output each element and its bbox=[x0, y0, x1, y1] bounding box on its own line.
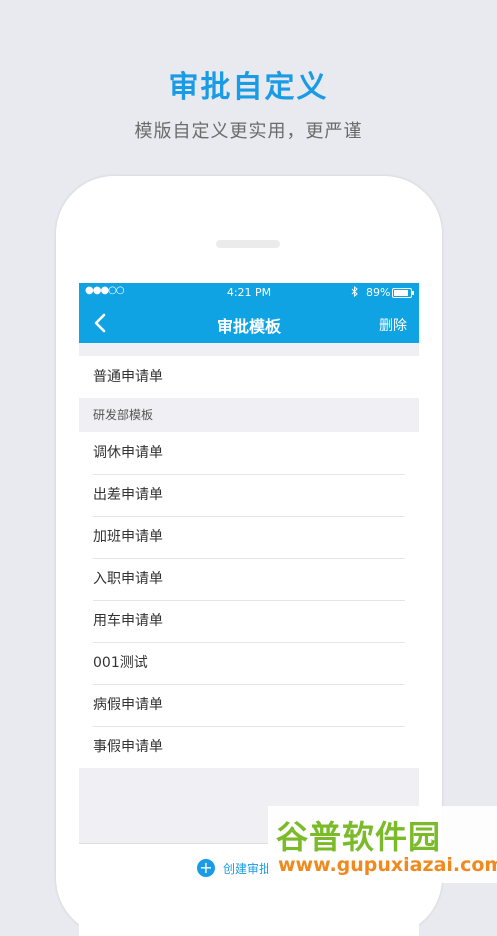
list-item[interactable]: 事假申请单 bbox=[79, 726, 419, 768]
list-item[interactable]: 入职申请单 bbox=[79, 558, 419, 600]
section-group: 调休申请单 出差申请单 加班申请单 入职申请单 用车申请单 001测试 病假申请… bbox=[79, 432, 419, 768]
create-label: 创建审批 bbox=[223, 861, 272, 876]
list-item[interactable]: 出差申请单 bbox=[79, 474, 419, 516]
promo-subtitle: 模版自定义更实用，更严谨 bbox=[134, 121, 363, 142]
page-title: 审批模板 bbox=[216, 317, 281, 336]
promo-title: 审批自定义 bbox=[168, 70, 329, 105]
battery-percent: 89% bbox=[366, 286, 391, 299]
bluetooth-icon bbox=[351, 285, 359, 300]
delete-button[interactable]: 删除 bbox=[379, 315, 407, 335]
list-item[interactable]: 普通申请单 bbox=[79, 356, 419, 398]
create-template-button[interactable]: + 创建审批 bbox=[197, 859, 271, 877]
status-bar: ●●●○○ 4:21 PM 89% bbox=[79, 283, 419, 303]
plus-circle-icon: + bbox=[197, 859, 215, 877]
general-group: 普通申请单 bbox=[79, 356, 419, 398]
nav-bar: 审批模板 删除 bbox=[79, 303, 419, 343]
battery-icon bbox=[392, 288, 414, 298]
phone-speaker bbox=[216, 240, 280, 248]
list-item[interactable]: 001测试 bbox=[79, 642, 419, 684]
watermark-url: www.gupuxiazai.com bbox=[278, 854, 497, 876]
section-header: 研发部模板 bbox=[79, 398, 419, 432]
watermark-name: 谷普软件园 bbox=[276, 818, 442, 856]
list-item[interactable]: 调休申请单 bbox=[79, 432, 419, 474]
list-item[interactable]: 加班申请单 bbox=[79, 516, 419, 558]
template-list: 普通申请单 研发部模板 调休申请单 出差申请单 加班申请单 入职申请单 用车申请… bbox=[79, 343, 419, 768]
list-item[interactable]: 用车申请单 bbox=[79, 600, 419, 642]
list-item[interactable]: 病假申请单 bbox=[79, 684, 419, 726]
watermark-logo: 谷普软件园 www.gupuxiazai.com bbox=[268, 806, 497, 883]
